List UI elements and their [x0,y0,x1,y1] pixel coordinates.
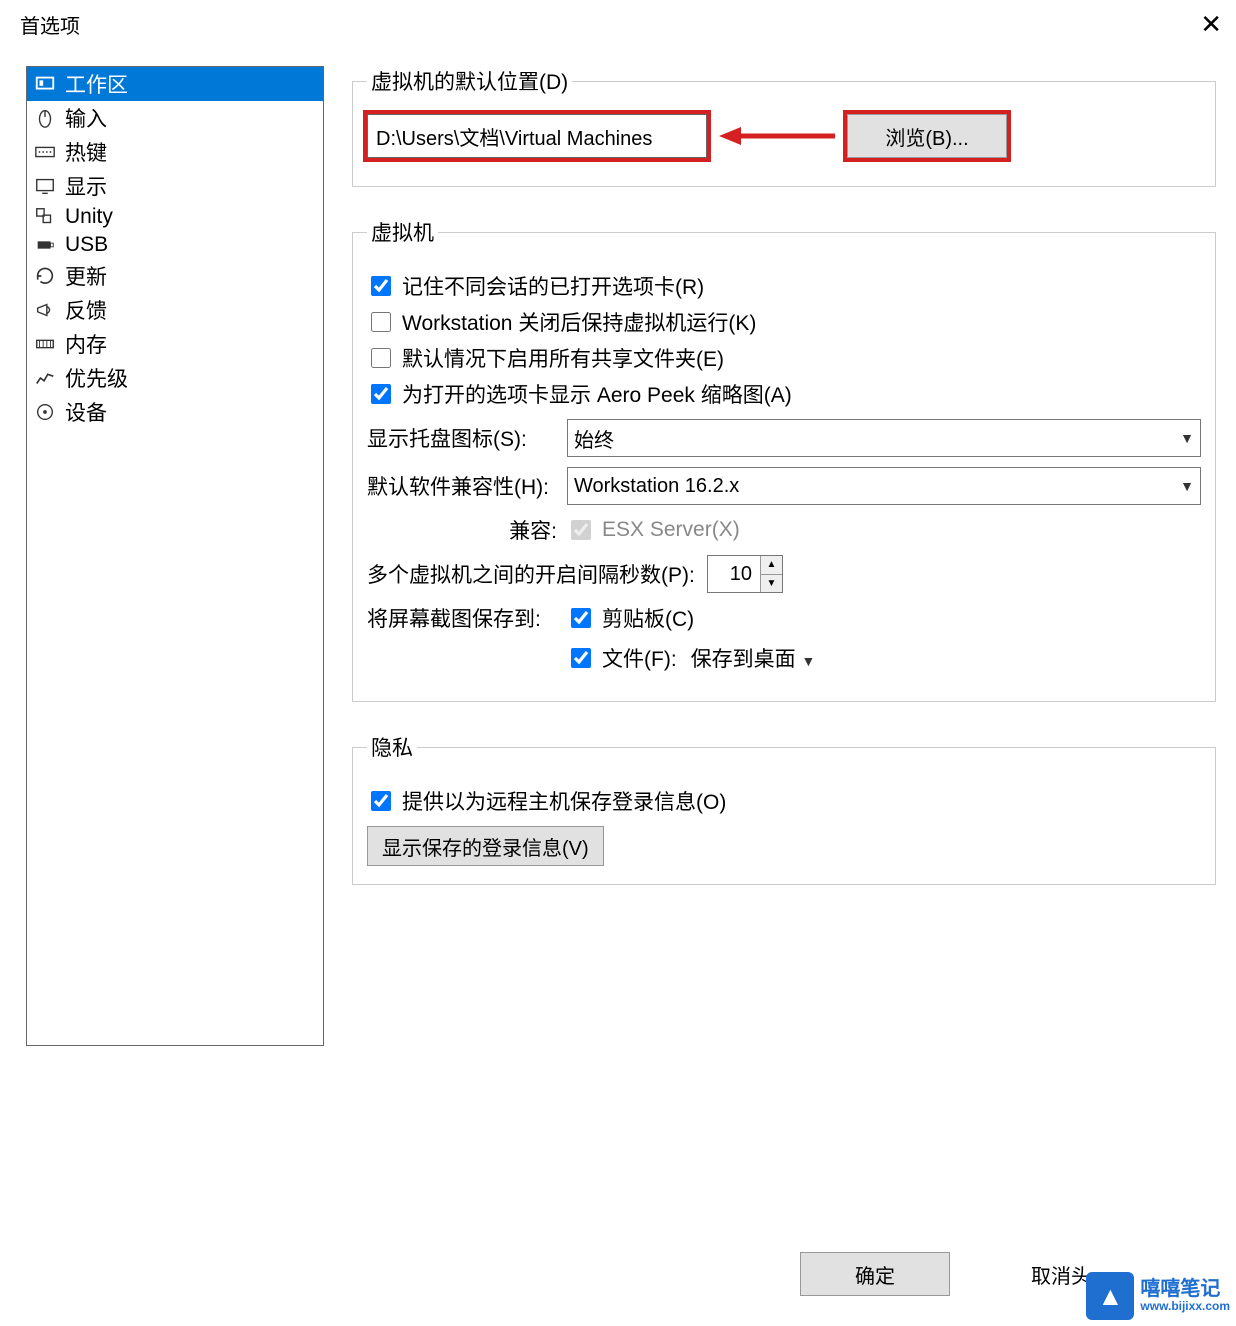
memory-icon [33,332,57,356]
combo-value: Workstation 16.2.x [574,475,739,498]
sidebar-item-label: Unity [65,205,113,229]
sidebar-item-devices[interactable]: 设备 [27,395,323,429]
group-virtual-machines: 虚拟机 记住不同会话的已打开选项卡(R) Workstation 关闭后保持虚拟… [352,217,1216,702]
group-legend: 虚拟机的默认位置(D) [367,66,572,96]
chevron-down-icon: ▼ [1180,478,1194,494]
sidebar-item-memory[interactable]: 内存 [27,327,323,361]
checkbox [571,520,591,540]
save-file-combo[interactable]: 保存到桌面 ▼ [691,643,1031,673]
interval-spinner[interactable]: ▲ ▼ [707,555,783,593]
annotation-arrow [707,121,847,151]
sidebar-item-label: 工作区 [65,69,128,99]
category-tree[interactable]: 工作区 输入 热键 显示 [26,66,324,1046]
cb-save-remote-login[interactable]: 提供以为远程主机保存登录信息(O) [367,786,1201,816]
close-icon[interactable]: ✕ [1182,9,1222,40]
titlebar: 首选项 ✕ [0,0,1236,48]
checkbox[interactable] [571,648,591,668]
group-legend: 虚拟机 [367,217,438,247]
cb-esx-server: ESX Server(X) [567,517,740,543]
chevron-down-icon: ▼ [1180,430,1194,446]
sidebar-item-updates[interactable]: 更新 [27,259,323,293]
cb-aero-peek[interactable]: 为打开的选项卡显示 Aero Peek 缩略图(A) [367,379,1201,409]
monitor-icon [33,174,57,198]
mouse-icon [33,106,57,130]
dialog-footer: 确定 取消头 [0,1246,1236,1326]
screenshot-save-label: 将屏幕截图保存到: [367,603,567,633]
watermark: ▲ 嘻嘻笔记 www.bijixx.com [1086,1272,1230,1320]
sidebar-item-label: 显示 [65,171,107,201]
unity-icon [33,205,57,229]
compat-label: 默认软件兼容性(H): [367,471,567,501]
usb-icon [33,233,57,257]
checkbox-label: 文件(F): [602,643,677,673]
compat-with-label: 兼容: [367,515,567,545]
cb-file[interactable]: 文件(F): [567,643,677,673]
device-icon [33,400,57,424]
checkbox[interactable] [571,608,591,628]
group-legend: 隐私 [367,732,417,762]
interval-label: 多个虚拟机之间的开启间隔秒数(P): [367,559,707,589]
tray-icon-label: 显示托盘图标(S): [367,423,567,453]
watermark-text: 嘻嘻笔记 www.bijixx.com [1140,1278,1230,1313]
combo-value: 保存到桌面 [691,648,796,671]
checkbox[interactable] [371,791,391,811]
spinner-down-icon[interactable]: ▼ [761,574,782,593]
sidebar-item-label: 反馈 [65,295,107,325]
ok-button[interactable]: 确定 [800,1252,950,1296]
checkbox[interactable] [371,384,391,404]
cb-enable-shared-folders[interactable]: 默认情况下启用所有共享文件夹(E) [367,343,1201,373]
group-default-location: 虚拟机的默认位置(D) 浏览(B)... [352,66,1216,187]
cb-clipboard[interactable]: 剪贴板(C) [567,603,694,633]
window-title: 首选项 [20,10,1182,39]
sidebar-item-label: 设备 [65,397,107,427]
workspace-icon [33,72,57,96]
chevron-down-icon: ▼ [802,653,816,669]
megaphone-icon [33,298,57,322]
sidebar-item-unity[interactable]: Unity [27,203,323,231]
sidebar-item-priority[interactable]: 优先级 [27,361,323,395]
keyboard-icon [33,140,57,164]
watermark-icon: ▲ [1086,1272,1134,1320]
sidebar-item-label: 内存 [65,329,107,359]
default-location-input[interactable] [367,114,707,158]
cb-remember-tabs[interactable]: 记住不同会话的已打开选项卡(R) [367,271,1201,301]
sidebar-item-label: 优先级 [65,363,128,393]
sidebar-item-workspace[interactable]: 工作区 [27,67,323,101]
interval-value[interactable] [708,556,760,592]
checkbox-label: 记住不同会话的已打开选项卡(R) [402,271,704,301]
checkbox-label: 提供以为远程主机保存登录信息(O) [402,786,726,816]
show-saved-logins-button[interactable]: 显示保存的登录信息(V) [367,826,604,866]
preferences-window: 首选项 ✕ 工作区 输入 热键 [0,0,1236,1326]
sidebar-item-usb[interactable]: USB [27,231,323,259]
sidebar-item-hotkeys[interactable]: 热键 [27,135,323,169]
sidebar-item-label: 热键 [65,137,107,167]
checkbox-label: ESX Server(X) [602,518,740,542]
tray-icon-combo[interactable]: 始终 ▼ [567,419,1201,457]
checkbox-label: Workstation 关闭后保持虚拟机运行(K) [402,307,756,337]
checkbox[interactable] [371,312,391,332]
checkbox-label: 剪贴板(C) [602,603,694,633]
sidebar-item-label: USB [65,233,108,257]
sidebar-item-input[interactable]: 输入 [27,101,323,135]
checkbox[interactable] [371,348,391,368]
checkbox-label: 默认情况下启用所有共享文件夹(E) [402,343,724,373]
cb-keep-running[interactable]: Workstation 关闭后保持虚拟机运行(K) [367,307,1201,337]
group-privacy: 隐私 提供以为远程主机保存登录信息(O) 显示保存的登录信息(V) [352,732,1216,885]
sidebar-item-label: 更新 [65,261,107,291]
sidebar-item-display[interactable]: 显示 [27,169,323,203]
checkbox[interactable] [371,276,391,296]
combo-value: 始终 [574,424,614,453]
refresh-icon [33,264,57,288]
checkbox-label: 为打开的选项卡显示 Aero Peek 缩略图(A) [402,379,792,409]
browse-button[interactable]: 浏览(B)... [847,114,1007,158]
priority-icon [33,366,57,390]
compat-combo[interactable]: Workstation 16.2.x ▼ [567,467,1201,505]
sidebar-item-label: 输入 [65,103,107,133]
settings-panel: 虚拟机的默认位置(D) 浏览(B)... 虚拟机 [352,66,1236,1246]
sidebar-item-feedback[interactable]: 反馈 [27,293,323,327]
spinner-up-icon[interactable]: ▲ [761,556,782,574]
